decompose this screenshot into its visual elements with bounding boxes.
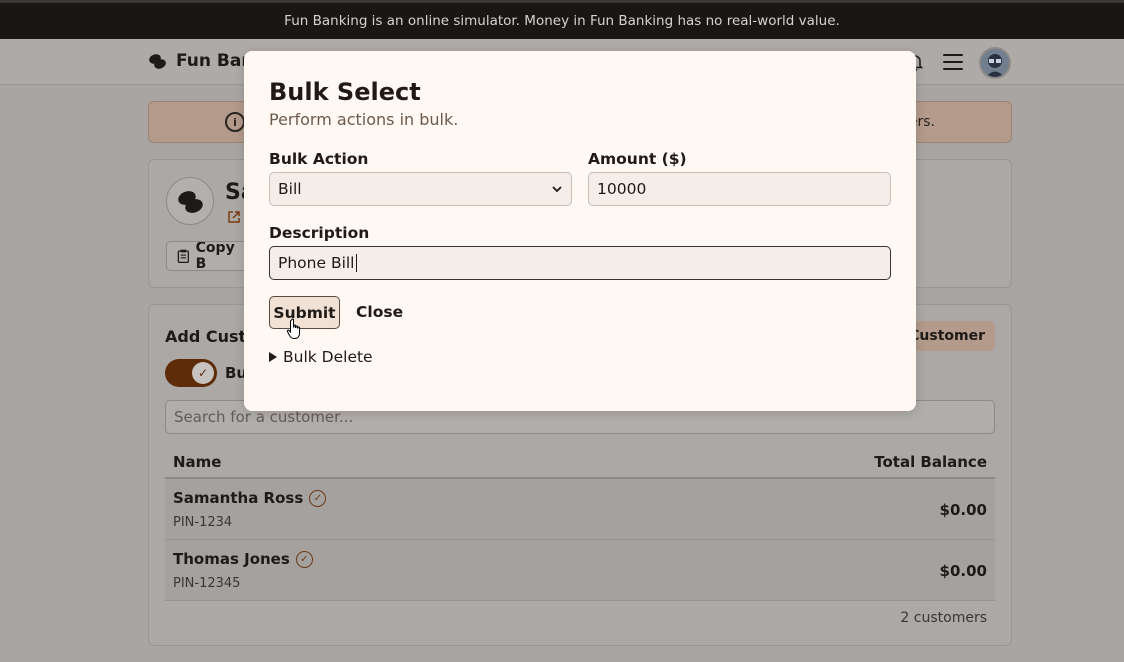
verified-icon: ✓: [295, 550, 313, 568]
close-button[interactable]: Close: [356, 303, 403, 321]
customer-name: Samantha Ross ✓: [173, 489, 327, 507]
customer-pin: PIN-1234: [173, 515, 233, 530]
brand-name: Fun Ban: [176, 51, 254, 71]
chevron-down-icon: [552, 186, 562, 193]
copy-button-label: Copy B: [195, 241, 235, 271]
avatar[interactable]: [979, 47, 1011, 79]
avatar-face-icon: [981, 49, 1009, 77]
text-caret: [355, 254, 357, 272]
customer-balance: $0.00: [939, 562, 987, 580]
verified-icon: ✓: [309, 489, 327, 507]
check-icon: ✓: [192, 362, 214, 384]
bank-logo-icon: [178, 191, 203, 213]
external-link-icon[interactable]: [227, 210, 241, 224]
customer-count: 2 customers: [900, 610, 987, 626]
column-name: Name: [173, 453, 222, 471]
description-label: Description: [269, 224, 370, 242]
submit-button[interactable]: Submit: [269, 296, 340, 329]
table-row[interactable]: Samantha Ross ✓ PIN-1234 $0.00: [165, 479, 995, 540]
description-value: Phone Bill: [278, 254, 355, 272]
customer-name-text: Samantha Ross: [173, 489, 304, 507]
brand-logo-icon: [149, 54, 166, 69]
bulk-toggle[interactable]: ✓: [165, 359, 217, 387]
customer-balance: $0.00: [939, 501, 987, 519]
banner-text: Fun Banking is an online simulator. Mone…: [284, 13, 840, 29]
customer-name-text: Thomas Jones: [173, 550, 290, 568]
amount-value: 10000: [597, 180, 647, 198]
info-icon: i: [225, 112, 245, 132]
clipboard-icon: [177, 249, 189, 263]
brand[interactable]: Fun Ban: [148, 51, 253, 71]
bank-logo: [166, 177, 214, 225]
hand-cursor-icon: [286, 318, 300, 339]
simulator-banner: Fun Banking is an online simulator. Mone…: [0, 0, 1124, 39]
amount-label: Amount ($): [588, 150, 687, 168]
menu-icon[interactable]: [943, 54, 963, 70]
bulk-delete-label: Bulk Delete: [283, 348, 373, 366]
customer-pin: PIN-12345: [173, 576, 241, 591]
description-field[interactable]: Phone Bill: [269, 246, 891, 280]
bulk-delete-toggle[interactable]: Bulk Delete: [269, 348, 373, 366]
bulk-action-select[interactable]: Bill: [269, 172, 572, 206]
bulk-action-value: Bill: [278, 180, 302, 198]
table-row[interactable]: Thomas Jones ✓ PIN-12345 $0.00: [165, 540, 995, 601]
bulk-action-label: Bulk Action: [269, 150, 369, 168]
customer-name: Thomas Jones ✓: [173, 550, 313, 568]
column-balance: Total Balance: [874, 453, 987, 471]
table-header: Name Total Balance: [165, 445, 995, 479]
modal-title: Bulk Select: [269, 78, 421, 106]
disclosure-triangle-icon: [269, 352, 277, 362]
bulk-select-modal: Bulk Select Perform actions in bulk. Bul…: [244, 51, 916, 411]
copy-button[interactable]: Copy B: [166, 241, 256, 271]
amount-field[interactable]: 10000: [588, 172, 891, 206]
modal-subtitle: Perform actions in bulk.: [269, 110, 459, 129]
